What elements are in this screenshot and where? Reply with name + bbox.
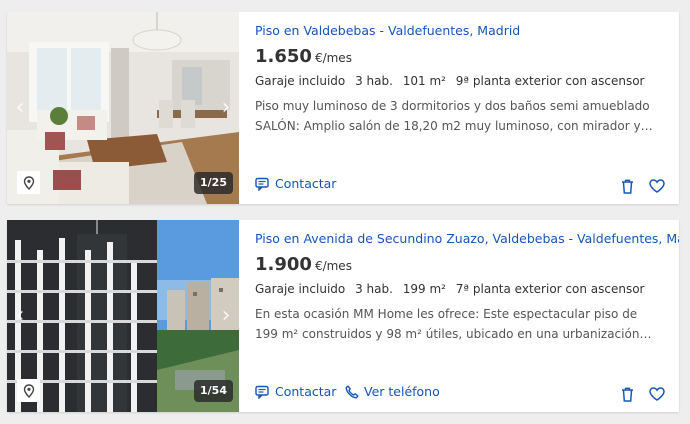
photo-counter: 1/54: [194, 380, 233, 402]
listing-title-link[interactable]: Piso en Avenida de Secundino Zuazo, Vald…: [255, 231, 679, 246]
listing-description[interactable]: Piso muy luminoso de 3 dormitorios y dos…: [255, 96, 659, 136]
listing-title-link[interactable]: Piso en Valdebebas - Valdefuentes, Madri…: [255, 23, 667, 38]
discard-button[interactable]: [617, 176, 637, 196]
detail-floor: 7ª planta exterior con ascensor: [455, 282, 645, 296]
heart-icon: [649, 179, 665, 193]
listing-photo[interactable]: ‹ › 1/25: [7, 12, 239, 204]
detail-floor: 9ª planta exterior con ascensor: [455, 74, 645, 88]
trash-icon: [621, 387, 633, 402]
detail-rooms: 3 hab.: [355, 74, 393, 88]
detail-garage: Garaje incluido: [255, 74, 346, 88]
next-photo-button[interactable]: ›: [215, 302, 237, 330]
contact-button[interactable]: Contactar: [255, 384, 336, 399]
map-pin-icon: [23, 175, 34, 190]
chat-icon: [255, 385, 269, 399]
price-unit: €/mes: [314, 51, 352, 65]
price: 1.900: [255, 254, 312, 275]
detail-rooms: 3 hab.: [355, 282, 393, 296]
heart-icon: [649, 387, 665, 401]
view-phone-button[interactable]: Ver teléfono: [345, 384, 440, 399]
detail-area: 199 m²: [402, 282, 446, 296]
detail-garage: Garaje incluido: [255, 282, 346, 296]
listing-photo[interactable]: ‹ › 1/54: [7, 220, 239, 412]
photo-counter: 1/25: [194, 172, 233, 194]
favorite-button[interactable]: [647, 384, 667, 404]
price: 1.650: [255, 46, 312, 67]
trash-icon: [621, 179, 633, 194]
phone-icon: [345, 385, 359, 398]
price-unit: €/mes: [314, 259, 352, 273]
listing-actions: Contactar Ver teléfono: [255, 384, 667, 404]
listing-description[interactable]: En esta ocasión MM Home les ofrece: Este…: [255, 304, 659, 344]
map-button[interactable]: [17, 171, 40, 194]
listing-card[interactable]: ‹ › 1/25 Piso en Valdebebas - Valdefuent…: [7, 12, 679, 204]
map-pin-icon: [23, 383, 34, 398]
price-row: 1.650 €/mes: [255, 46, 352, 67]
contact-label: Contactar: [275, 384, 337, 399]
next-photo-button[interactable]: ›: [215, 94, 237, 122]
map-button[interactable]: [17, 379, 40, 402]
price-row: 1.900 €/mes: [255, 254, 352, 275]
chat-icon: [255, 177, 269, 191]
prev-photo-button[interactable]: ‹: [9, 94, 31, 122]
listing-info: Piso en Valdebebas - Valdefuentes, Madri…: [255, 12, 667, 204]
detail-area: 101 m²: [402, 74, 446, 88]
listing-card[interactable]: ‹ › 1/54 Piso en Avenida de Secundino Zu…: [7, 220, 679, 412]
listing-actions: Contactar: [255, 176, 667, 196]
listing-info: Piso en Avenida de Secundino Zuazo, Vald…: [255, 220, 679, 412]
listing-details: Garaje incluido 3 hab. 101 m² 9ª planta …: [255, 74, 667, 88]
contact-label: Contactar: [275, 176, 337, 191]
contact-button[interactable]: Contactar: [255, 176, 336, 191]
view-phone-label: Ver teléfono: [364, 384, 440, 399]
discard-button[interactable]: [617, 384, 637, 404]
prev-photo-button[interactable]: ‹: [9, 302, 31, 330]
favorite-button[interactable]: [647, 176, 667, 196]
listing-details: Garaje incluido 3 hab. 199 m² 7ª planta …: [255, 282, 667, 296]
